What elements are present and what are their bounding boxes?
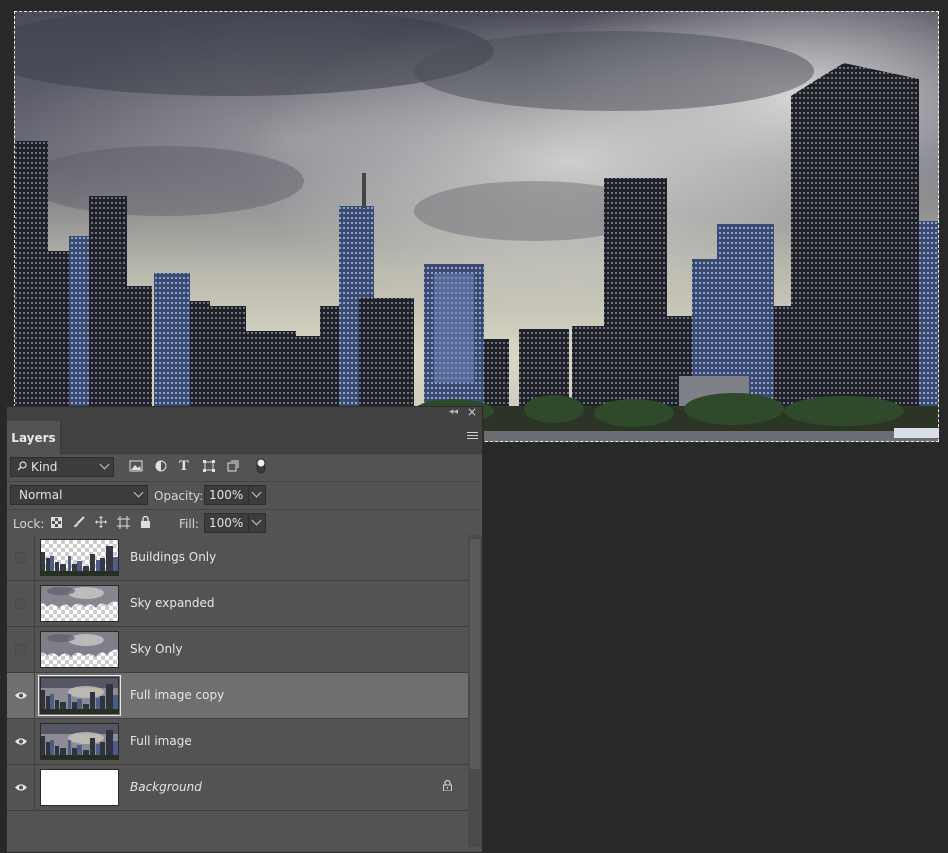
layers-scrollbar[interactable] [468,535,482,847]
collapse-panel-icon[interactable]: ◂◂ [449,407,458,417]
layers-list: Buildings Only Sky expanded Sky Only Ful… [7,535,468,847]
scrollbar-thumb[interactable] [470,539,480,769]
layer-row[interactable]: Sky Only [7,627,468,673]
adjustment-filter-icon[interactable] [155,460,167,472]
filter-toggle-icon[interactable] [256,458,266,474]
shape-filter-icon[interactable] [203,460,215,472]
hidden-visibility-box [15,598,26,609]
visibility-toggle[interactable] [7,719,35,764]
layer-thumbnail [40,631,119,668]
panel-tab-row: Layers [7,421,482,454]
city-skyline-photo [14,11,939,442]
lock-position-icon[interactable] [95,516,107,528]
layer-row[interactable]: Sky expanded [7,581,468,627]
layer-row-background[interactable]: Background [7,765,468,811]
layer-thumbnail [40,723,119,760]
visibility-toggle[interactable] [7,673,35,718]
layer-thumbnail [40,769,119,806]
layer-name: Background [130,780,202,794]
filter-kind-label: Kind [31,460,58,474]
layer-name: Full image [130,734,192,748]
opacity-label: Opacity: [154,489,204,503]
search-icon [17,460,27,474]
blend-mode-dropdown[interactable]: Normal [10,485,148,505]
lock-artboard-icon[interactable] [117,516,130,529]
lock-transparent-pixels-icon[interactable] [51,517,62,528]
panel-menu-icon[interactable] [467,430,478,441]
fill-label: Fill: [179,517,200,531]
lock-all-icon[interactable] [140,516,151,528]
layer-name: Sky Only [130,642,183,656]
lock-icon[interactable] [443,779,452,794]
smart-object-filter-icon[interactable] [227,460,239,472]
filter-kind-dropdown[interactable]: Kind [10,457,114,477]
type-filter-icon[interactable]: T [179,459,189,474]
visibility-toggle[interactable] [7,627,35,672]
visibility-toggle[interactable] [7,581,35,626]
layer-name: Full image copy [130,688,225,702]
layer-row[interactable]: Buildings Only [7,535,468,581]
layer-name: Buildings Only [130,550,217,564]
opacity-value: 100% [209,488,244,502]
blend-mode-value: Normal [19,488,63,502]
lock-image-pixels-icon[interactable] [73,516,85,528]
lock-label: Lock: [13,517,45,531]
layer-row-selected[interactable]: Full image copy [7,673,468,719]
layers-panel: ◂◂ × Layers Kind T Normal Opacity: 100% … [6,405,483,853]
chevron-down-icon [133,487,144,498]
fill-field[interactable]: 100% [204,513,266,533]
layer-row[interactable]: Full image [7,719,468,765]
layer-thumbnail [40,585,119,622]
hidden-visibility-box [15,552,26,563]
hidden-visibility-box [15,644,26,655]
panel-title-bar: ◂◂ × [7,405,482,421]
lock-row: Lock: Fill: 100% [7,510,482,538]
chevron-down-icon [251,515,262,526]
eye-icon [14,784,27,791]
visibility-toggle[interactable] [7,535,35,580]
layer-thumbnail [40,539,119,576]
tab-layers[interactable]: Layers [7,421,61,454]
visibility-toggle[interactable] [7,765,35,810]
image-filter-icon[interactable] [129,460,143,472]
blend-mode-row: Normal Opacity: 100% [7,482,482,510]
eye-icon [14,738,27,745]
chevron-down-icon [99,459,110,470]
layer-filter-row: Kind T [7,454,482,482]
chevron-down-icon [251,487,262,498]
document-canvas[interactable] [14,11,939,442]
layer-thumbnail [38,675,121,716]
layer-name: Sky expanded [130,596,215,610]
close-panel-icon[interactable]: × [467,405,477,419]
fill-value: 100% [209,516,244,530]
eye-icon [14,692,27,699]
opacity-field[interactable]: 100% [204,485,266,505]
